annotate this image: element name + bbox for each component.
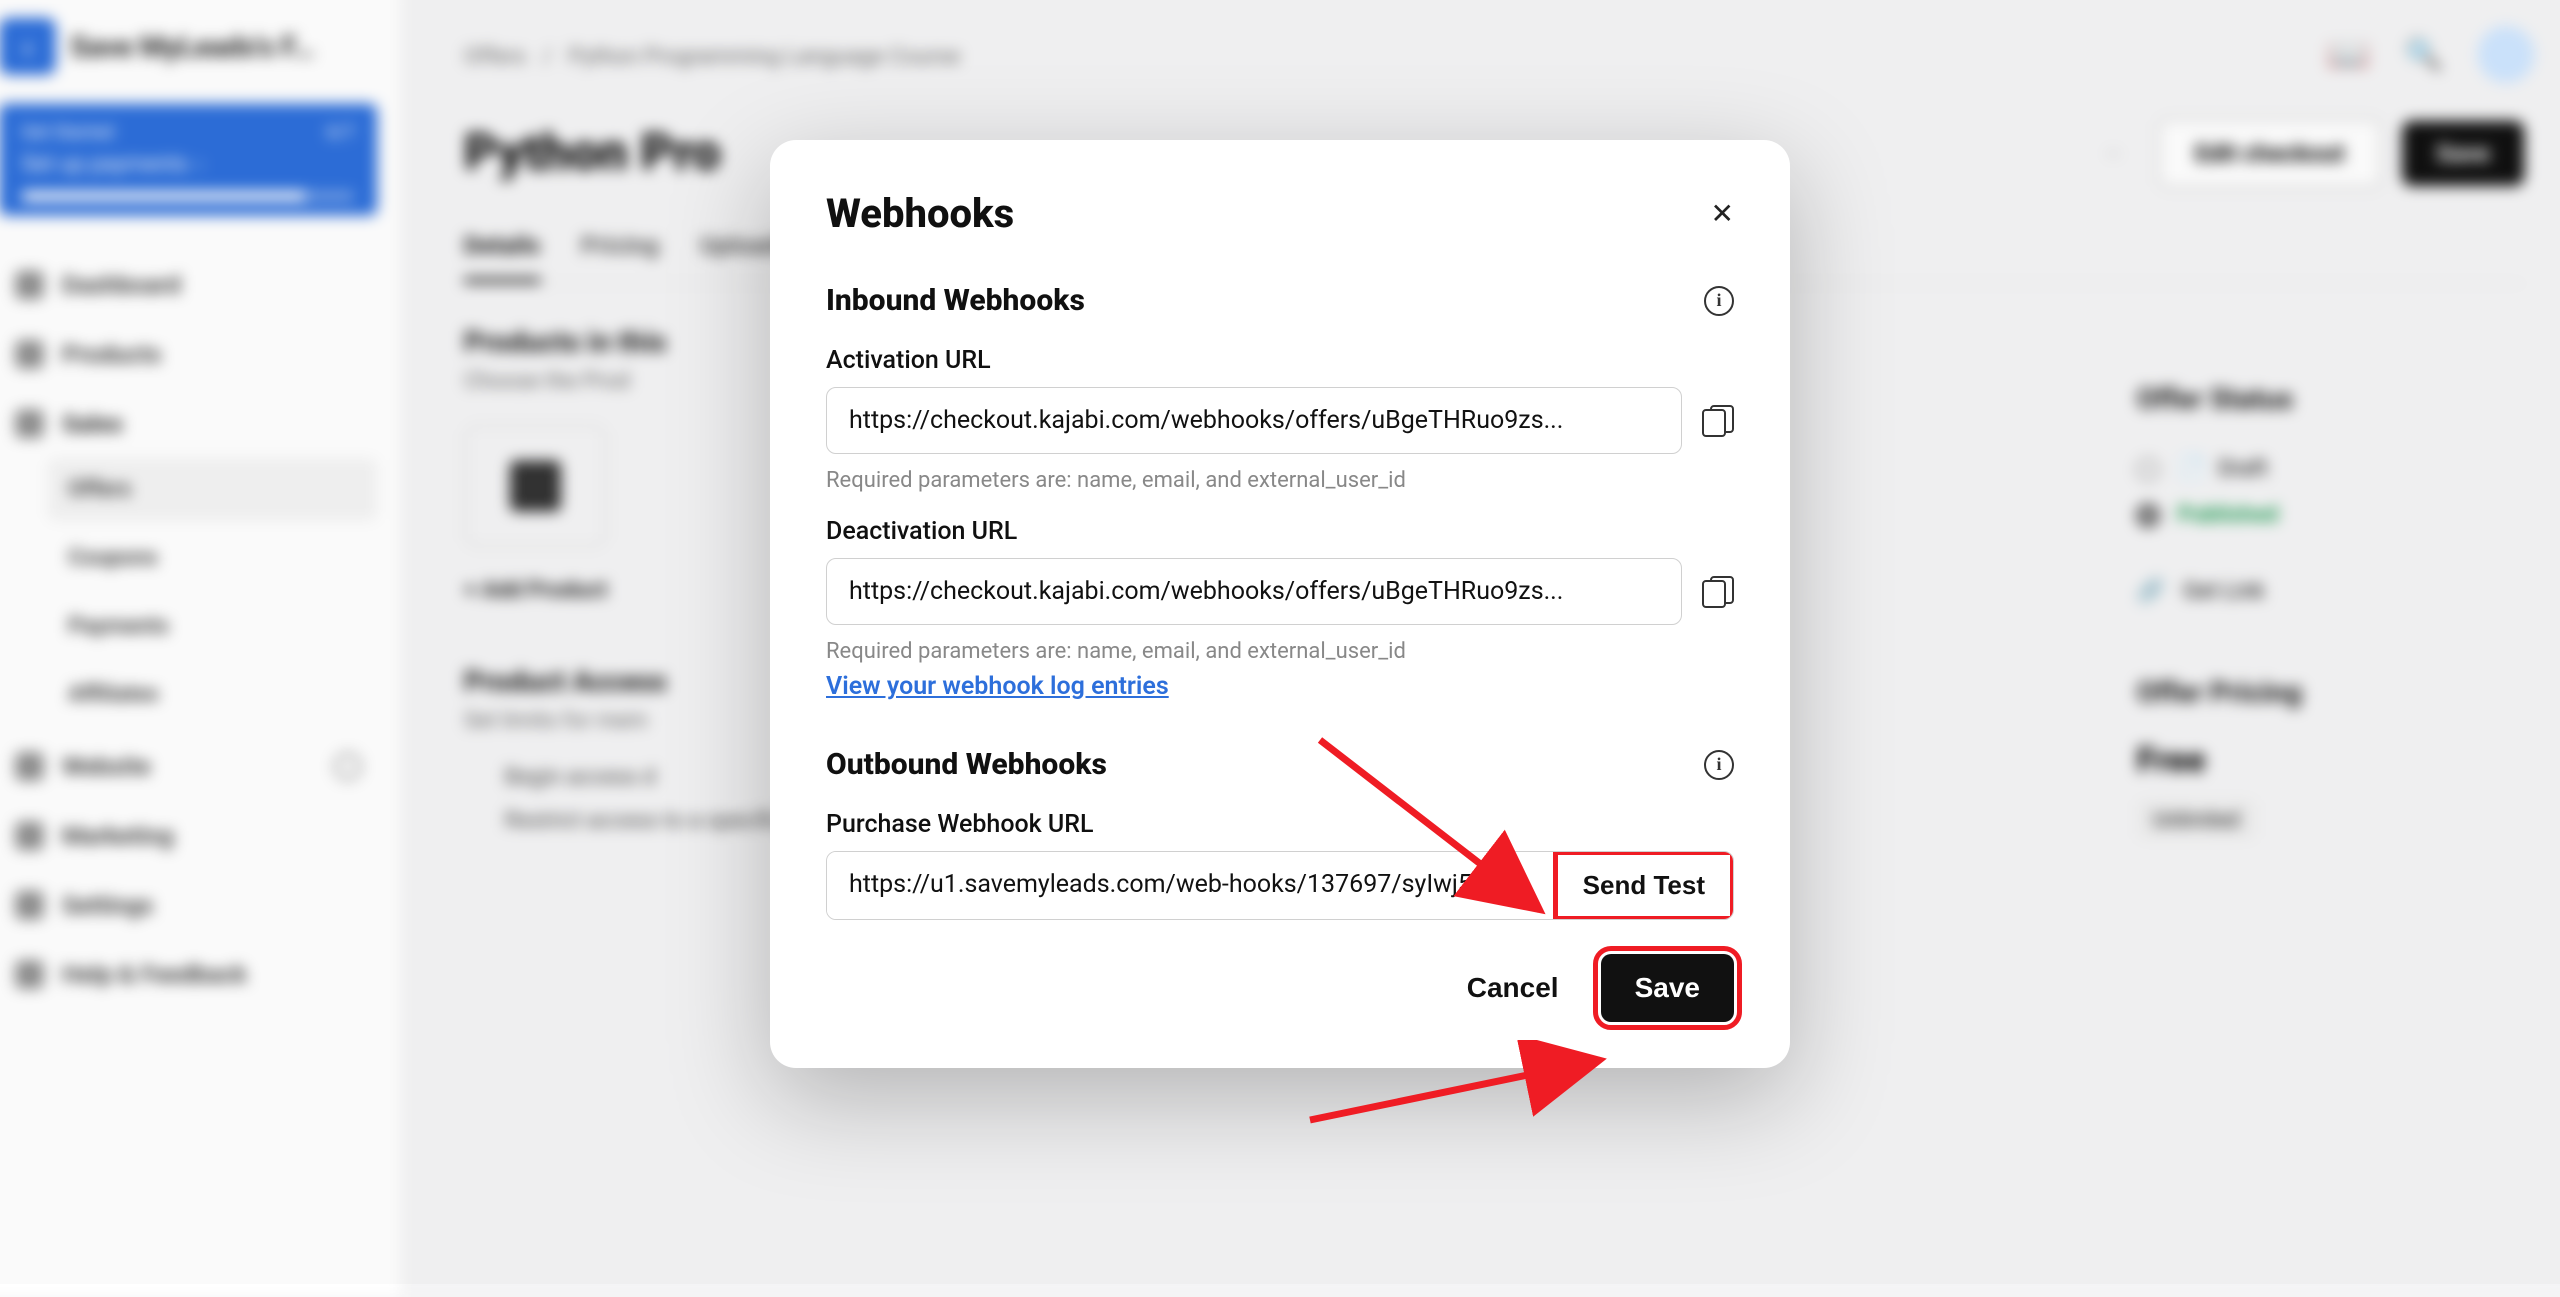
- copy-icon[interactable]: [1702, 576, 1734, 608]
- annotation-arrow-1: [1310, 730, 1560, 930]
- log-entries-link[interactable]: View your webhook log entries: [826, 672, 1169, 701]
- modal-overlay: Webhooks ✕ Inbound Webhooks i Activation…: [0, 0, 2560, 1284]
- webhooks-modal: Webhooks ✕ Inbound Webhooks i Activation…: [770, 140, 1790, 1068]
- info-icon[interactable]: i: [1704, 286, 1734, 316]
- cancel-button[interactable]: Cancel: [1457, 954, 1569, 1022]
- copy-icon[interactable]: [1702, 405, 1734, 437]
- activation-url-input[interactable]: https://checkout.kajabi.com/webhooks/off…: [826, 387, 1682, 454]
- activation-label: Activation URL: [826, 346, 1734, 375]
- deactivation-hint: Required parameters are: name, email, an…: [826, 639, 1734, 664]
- activation-hint: Required parameters are: name, email, an…: [826, 468, 1734, 493]
- inbound-heading: Inbound Webhooks: [826, 283, 1085, 318]
- info-icon[interactable]: i: [1704, 750, 1734, 780]
- send-test-button[interactable]: Send Test: [1555, 852, 1733, 919]
- deactivation-label: Deactivation URL: [826, 517, 1734, 546]
- save-button[interactable]: Save: [1601, 954, 1734, 1022]
- annotation-arrow-2: [1300, 1040, 1620, 1130]
- deactivation-url-input[interactable]: https://checkout.kajabi.com/webhooks/off…: [826, 558, 1682, 625]
- modal-title: Webhooks: [826, 190, 1014, 237]
- outbound-heading: Outbound Webhooks: [826, 747, 1107, 782]
- purchase-label: Purchase Webhook URL: [826, 810, 1734, 839]
- close-icon[interactable]: ✕: [1711, 200, 1734, 228]
